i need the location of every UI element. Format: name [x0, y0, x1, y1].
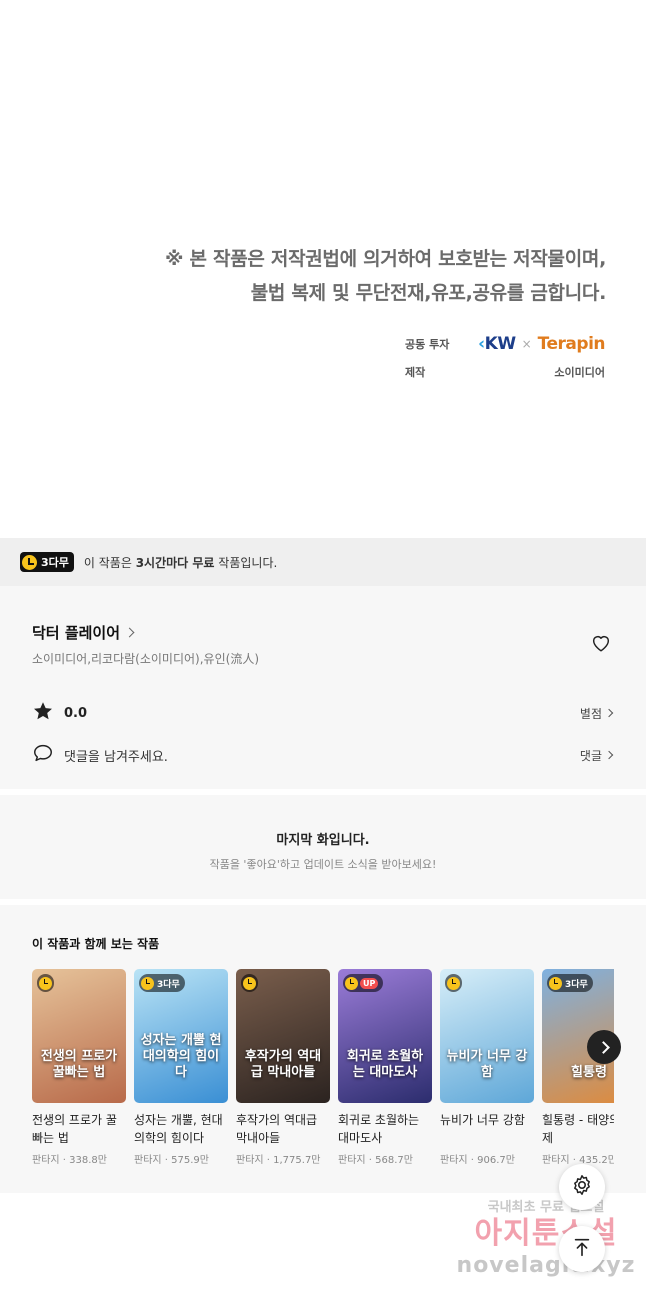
card-meta: 판타지 · 568.7만 [338, 1155, 413, 1166]
heart-icon[interactable] [590, 632, 612, 654]
recommendations-heading: 이 작품과 함께 보는 작품 [32, 937, 160, 951]
cover-title-art: 전생의 프로가 꿀빠는 법 [40, 1049, 118, 1080]
recommendations-section: 이 작품과 함께 보는 작품 전생의 프로가 꿀빠는 법 전생의 프로가 꿀빠는 … [0, 905, 646, 1193]
comment-placeholder: 댓글을 남겨주세요. [64, 749, 168, 765]
cover-title-art: 후작가의 역대급 막내아들 [244, 1049, 322, 1080]
watermark-line-2: 아지툰소설 [474, 1216, 618, 1251]
cover-thumbnail: 후작가의 역대급 막내아들 [236, 969, 330, 1103]
recommendation-card[interactable]: 3다무힐통령힐통령 - 태양의 사제판타지 · 435.2만 [542, 969, 614, 1166]
work-title: 닥터 플레이어 [32, 624, 121, 642]
cover-thumbnail: 3다무성자는 개뿔 현대의학의 힘이다 [134, 969, 228, 1103]
recommendation-card[interactable]: UP 회귀로 초월하는 대마도사 회귀로 초월하는 대마도사 판타지 · 568.7만 [338, 969, 432, 1166]
comment-link[interactable]: 댓글 [580, 747, 614, 764]
rating-row: 0.0 별점 [32, 700, 614, 726]
star-icon [32, 700, 54, 726]
watermark: 국내최초 무료 웹소설 아지툰소설 novelagit.xyz [446, 1196, 646, 1278]
card-meta: 판타지 · 1,775.7만 [236, 1155, 321, 1166]
card-title: 후작가의 역대급 막내아들 [236, 1113, 318, 1145]
comment-input[interactable]: 댓글을 남겨주세요. [32, 742, 168, 768]
last-episode-title: 마지막 화입니다. [276, 833, 370, 848]
clock-icon [549, 976, 562, 990]
clock-icon [447, 976, 460, 990]
scroll-top-button[interactable] [559, 1226, 605, 1272]
watermark-line-1: 국내최초 무료 웹소설 [487, 1200, 605, 1215]
card-title: 회귀로 초월하는 대마도사 [338, 1113, 420, 1145]
rating-link[interactable]: 별점 [580, 705, 614, 722]
recommendation-carousel[interactable]: 전생의 프로가 꿀빠는 법 전생의 프로가 꿀빠는 법 판타지 · 338.8만 3다… [32, 969, 614, 1166]
card-meta: 판타지 · 338.8만 [32, 1155, 107, 1166]
arrow-up-icon [571, 1236, 593, 1262]
free-tag: UP [343, 974, 384, 992]
card-meta: 판타지 · 906.7만 [440, 1155, 515, 1166]
gear-icon [570, 1173, 594, 1201]
clock-icon [22, 554, 37, 570]
clock-icon [39, 976, 52, 990]
recommendation-card[interactable]: 3다무성자는 개뿔 현대의학의 힘이다성자는 개뿔, 현대의학의 힘이다판타지 … [134, 969, 228, 1166]
clock-icon [345, 976, 358, 990]
chevron-right-icon [604, 708, 614, 718]
clock-icon [141, 976, 154, 990]
card-meta: 판타지 · 575.9만 [134, 1155, 209, 1166]
producer-name: 소이미디어 [554, 366, 605, 379]
comment-row: 댓글을 남겨주세요. 댓글 [32, 742, 614, 768]
chevron-right-icon [124, 627, 135, 638]
cover-thumbnail: 전생의 프로가 꿀빠는 법 [32, 969, 126, 1103]
logo-separator: × [521, 337, 532, 351]
card-title: 힐통령 - 태양의 사제 [542, 1113, 614, 1145]
work-title-link[interactable]: 닥터 플레이어 [32, 622, 135, 643]
rating-score: 0.0 [64, 705, 88, 721]
free-tag [241, 974, 258, 992]
free-tag [445, 974, 462, 992]
free-tag: 3다무 [547, 974, 593, 992]
investor-logos: ‹KW × Terapin [478, 334, 605, 354]
recommendation-card[interactable]: 뉴비가 너무 강함 뉴비가 너무 강함 판타지 · 906.7만 [440, 969, 534, 1166]
last-episode-subtitle: 작품을 '좋아요'하고 업데이트 소식을 받아보세요! [209, 858, 437, 871]
watermark-line-3: novelagit.xyz [456, 1253, 636, 1278]
investor-label: 공동 투자 [405, 338, 450, 351]
carousel-next-button[interactable] [587, 1030, 621, 1064]
cover-title-art: 뉴비가 너무 강함 [446, 1049, 528, 1080]
cover-thumbnail: UP 회귀로 초월하는 대마도사 [338, 969, 432, 1103]
recommendation-card[interactable]: 후작가의 역대급 막내아들 후작가의 역대급 막내아들 판타지 · 1,775.7만 [236, 969, 330, 1166]
up-badge: UP [360, 977, 379, 989]
cover-title-art: 회귀로 초월하는 대마도사 [346, 1049, 424, 1080]
investor-row: 공동 투자 ‹KW × Terapin [405, 330, 606, 358]
work-info-panel: 닥터 플레이어 소이미디어,리코다람(소이미디어),유인(流人) 0.0 별점 … [0, 586, 646, 789]
free-info-text: 이 작품은 3시간마다 무료 작품입니다. [83, 555, 278, 570]
settings-button[interactable] [559, 1164, 605, 1210]
cover-thumbnail: 뉴비가 너무 강함 [440, 969, 534, 1103]
card-title: 뉴비가 너무 강함 [440, 1113, 525, 1127]
terapin-logo: Terapin [537, 334, 606, 354]
three-hour-free-badge: 3다무 [20, 552, 74, 572]
tag-label: 3다무 [565, 979, 588, 990]
chevron-right-icon [604, 750, 614, 760]
cover-title-art: 힐통령 [571, 1065, 607, 1080]
work-authors: 소이미디어,리코다람(소이미디어),유인(流人) [32, 652, 259, 666]
credits: 공동 투자 ‹KW × Terapin 제작 소이미디어 [405, 330, 606, 386]
comment-bubble-icon [32, 742, 54, 768]
card-title: 성자는 개뿔, 현대의학의 힘이다 [134, 1113, 223, 1145]
tag-label: 3다무 [157, 979, 180, 990]
notice-line-1: ※ 본 작품은 저작권법에 의거하여 보호받는 저작물이며, [165, 248, 606, 270]
last-episode-panel: 마지막 화입니다. 작품을 '좋아요'하고 업데이트 소식을 받아보세요! [0, 795, 646, 899]
card-title: 전생의 프로가 꿀빠는 법 [32, 1113, 117, 1145]
copyright-notice: ※ 본 작품은 저작권법에 의거하여 보호받는 저작물이며, 불법 복제 및 무… [165, 242, 606, 310]
producer-label: 제작 [405, 366, 426, 379]
recommendation-card[interactable]: 전생의 프로가 꿀빠는 법 전생의 프로가 꿀빠는 법 판타지 · 338.8만 [32, 969, 126, 1166]
chevron-right-icon [596, 1040, 610, 1054]
notice-line-2: 불법 복제 및 무단전재,유포,공유를 금합니다. [250, 282, 607, 304]
free-tag [37, 974, 54, 992]
free-info-bar: 3다무 이 작품은 3시간마다 무료 작품입니다. [0, 538, 646, 586]
producer-row: 제작 소이미디어 [405, 358, 605, 386]
kw-logo: ‹KW [478, 334, 516, 354]
free-tag: 3다무 [139, 974, 185, 992]
clock-icon [243, 976, 256, 990]
cover-title-art: 성자는 개뿔 현대의학의 힘이다 [140, 1033, 222, 1080]
